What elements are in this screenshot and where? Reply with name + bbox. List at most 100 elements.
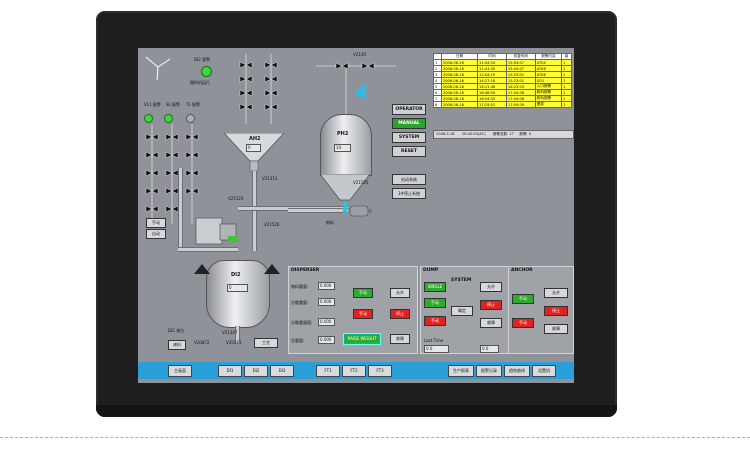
valve-label-v24: V21313 — [262, 176, 278, 181]
left-label-3: TL 报警 — [186, 102, 200, 107]
system-button[interactable]: SYSTEM — [392, 132, 426, 143]
dump-manual-button[interactable]: 手动 — [424, 298, 446, 308]
manual-left-button[interactable]: 手动 — [146, 218, 166, 228]
disperser-field-label-2: 分散重量: — [291, 300, 309, 305]
start-system-button[interactable]: 启动系统 — [392, 174, 426, 185]
system-allow-button[interactable]: 允许 — [480, 282, 502, 292]
disperser-field-label-4: 总重量: — [291, 338, 305, 343]
anchor-manual-button[interactable]: 手动 — [512, 294, 534, 304]
disperser-field-value-2: 0.000 — [318, 298, 335, 306]
alarm-cell: 2006-06-16 — [440, 101, 479, 108]
system-fault-button[interactable]: 故障 — [480, 318, 502, 328]
led-3 — [186, 114, 195, 123]
nav-setup-button[interactable]: 设置机 — [532, 365, 556, 377]
alarm-cell: 1 — [561, 101, 572, 108]
nav-trend-button[interactable]: 趋势曲线 — [504, 365, 530, 377]
pipe-ph2-outlet — [343, 201, 347, 213]
disperser-manual-button[interactable]: 手动 — [353, 288, 373, 298]
disperser-stop-button[interactable]: 停止 — [390, 309, 410, 319]
anchor-stop-button[interactable]: 停止 — [544, 306, 568, 316]
tank-di2-value: 0 — [227, 284, 248, 292]
valve-label-v22: V21525 — [353, 180, 369, 185]
nav-ft2-button[interactable]: FT2 — [342, 365, 366, 377]
left-label-1: VL1 报警 — [144, 102, 161, 107]
disperser-title: DISPERSER — [291, 268, 320, 273]
anchor-title: ANCHOR — [511, 268, 533, 273]
system-confirm-button[interactable]: 确定 — [451, 306, 473, 316]
di2-alarm-label: DI2 报警 — [194, 57, 211, 62]
tank-di2-legs — [194, 264, 280, 274]
nav-ft3-button[interactable]: FT3 — [368, 365, 392, 377]
nav-alarm-button[interactable]: 报警记录 — [476, 365, 502, 377]
bottom-nav-bar: 主画面 DI1 DI2 DI3 FT1 FT2 FT3 生产报表 报警记录 趋势… — [138, 362, 574, 379]
tank-ph2-value: 14 — [334, 144, 351, 152]
di2-process-button[interactable]: 工艺 — [254, 338, 278, 348]
alarm-cell: 8 — [433, 101, 442, 108]
stop-system-button[interactable]: 3#停止系统 — [392, 188, 426, 199]
nav-ft1-button[interactable]: FT1 — [316, 365, 340, 377]
monitor-bezel-bottom — [96, 405, 617, 417]
di2-level-label: DI2 液位 — [168, 328, 185, 333]
valve-label-v23: V21523 — [228, 196, 244, 201]
dump-single-button[interactable]: SINGLE — [424, 282, 446, 292]
alarm-cell: 17:25:01 — [477, 101, 507, 108]
fan-icon — [145, 56, 171, 81]
auto-left-button[interactable]: 自动 — [146, 229, 166, 239]
disperser-field-value-4: 0.000 — [318, 336, 335, 344]
dump-last-time-value2: 0.0 — [480, 345, 499, 353]
alarm-footer-time: 20:40:53(AC) — [461, 132, 486, 136]
disperser-field-label-3: 分散重量值: — [291, 320, 313, 325]
reset-button[interactable]: RESET — [392, 146, 426, 157]
nav-di1-button[interactable]: DI1 — [218, 365, 242, 377]
alarm-footer-alarm: 报警: 0 — [519, 132, 532, 136]
mixer-motor — [195, 217, 238, 245]
led-1 — [144, 114, 153, 123]
disperser-field-value-1: 0.000 — [318, 282, 335, 290]
tank-ah2-name: AH2 — [249, 136, 261, 142]
motor-icon — [349, 205, 372, 217]
tank-ph2-name: PH2 — [337, 131, 349, 137]
alarm-table: 日期 时间 恢复时间 报警内容 级 1 2006-06-16 11:04:54 15:… — [433, 53, 572, 108]
raise-weight-button[interactable]: RAISE WEIGHT — [344, 334, 380, 344]
disperser-fault-button[interactable]: 故障 — [390, 334, 410, 344]
hmi-screen: DI2 报警 搅拌机运行 VL1 报警 SL 报警 TL 报警 手动 自动 AH… — [138, 48, 574, 383]
nav-di2-button[interactable]: DI2 — [244, 365, 268, 377]
alarm-footer-date: 2006-5-16 — [436, 132, 455, 136]
alarm-row[interactable]: 8 2006-06-16 17:25:01 17:04:09 搅拌 1 — [433, 101, 572, 108]
nav-main-button[interactable]: 主画面 — [168, 365, 192, 377]
alarm-cell: 搅拌 — [534, 101, 563, 108]
nav-report-button[interactable]: 生产报表 — [448, 365, 474, 377]
led-2 — [164, 114, 173, 123]
valve-manifold-left — [145, 124, 199, 224]
nav-di3-button[interactable]: DI3 — [270, 365, 294, 377]
alarm-footer-total: 报警总数: 17 — [492, 132, 515, 136]
anchor-allow-button[interactable]: 允许 — [544, 288, 568, 298]
wind-label: 搅拌机运行 — [190, 80, 210, 85]
alarm-cell: 17:04:09 — [505, 101, 536, 108]
valve-label-v21: V2130 — [353, 52, 366, 57]
disperser-allow-button[interactable]: 允许 — [390, 288, 410, 298]
tank-ah2-value: 0 — [246, 144, 261, 152]
dump-system-title: SYSTEM — [451, 278, 472, 283]
manual-button[interactable]: MANUAL — [392, 118, 426, 129]
di2-level-button[interactable]: 液料 — [168, 340, 186, 350]
valve-label-v28: V35073 — [226, 340, 242, 345]
pipe-right-horizontal — [288, 208, 348, 213]
gf-label: 粉料 — [326, 220, 334, 225]
dump-manual2-button[interactable]: 手动 — [424, 316, 446, 326]
valve-label-v26: V21347 — [222, 330, 238, 335]
dump-last-time-label: Last Time — [424, 338, 444, 343]
anchor-manual2-button[interactable]: 手动 — [512, 318, 534, 328]
anchor-fault-button[interactable]: 故障 — [544, 324, 568, 334]
disperser-field-value-3: 0.000 — [318, 318, 335, 326]
alarm-table-footer: 2006-5-16 20:40:53(AC) 报警总数: 17 报警: 0 — [433, 130, 574, 139]
valve-label-v25: V21526 — [264, 222, 280, 227]
system-stop-button[interactable]: 停止 — [480, 300, 502, 310]
operator-button[interactable]: OPERATOR — [392, 104, 426, 115]
dump-last-time-value: 0.0 — [424, 345, 449, 353]
disperser-manual2-button[interactable]: 手动 — [353, 309, 373, 319]
valve-tree-top — [239, 54, 278, 124]
tank-ph2-cone — [320, 174, 370, 201]
pipe-main-vertical — [252, 171, 257, 251]
dump-title: DUMP — [423, 268, 439, 273]
